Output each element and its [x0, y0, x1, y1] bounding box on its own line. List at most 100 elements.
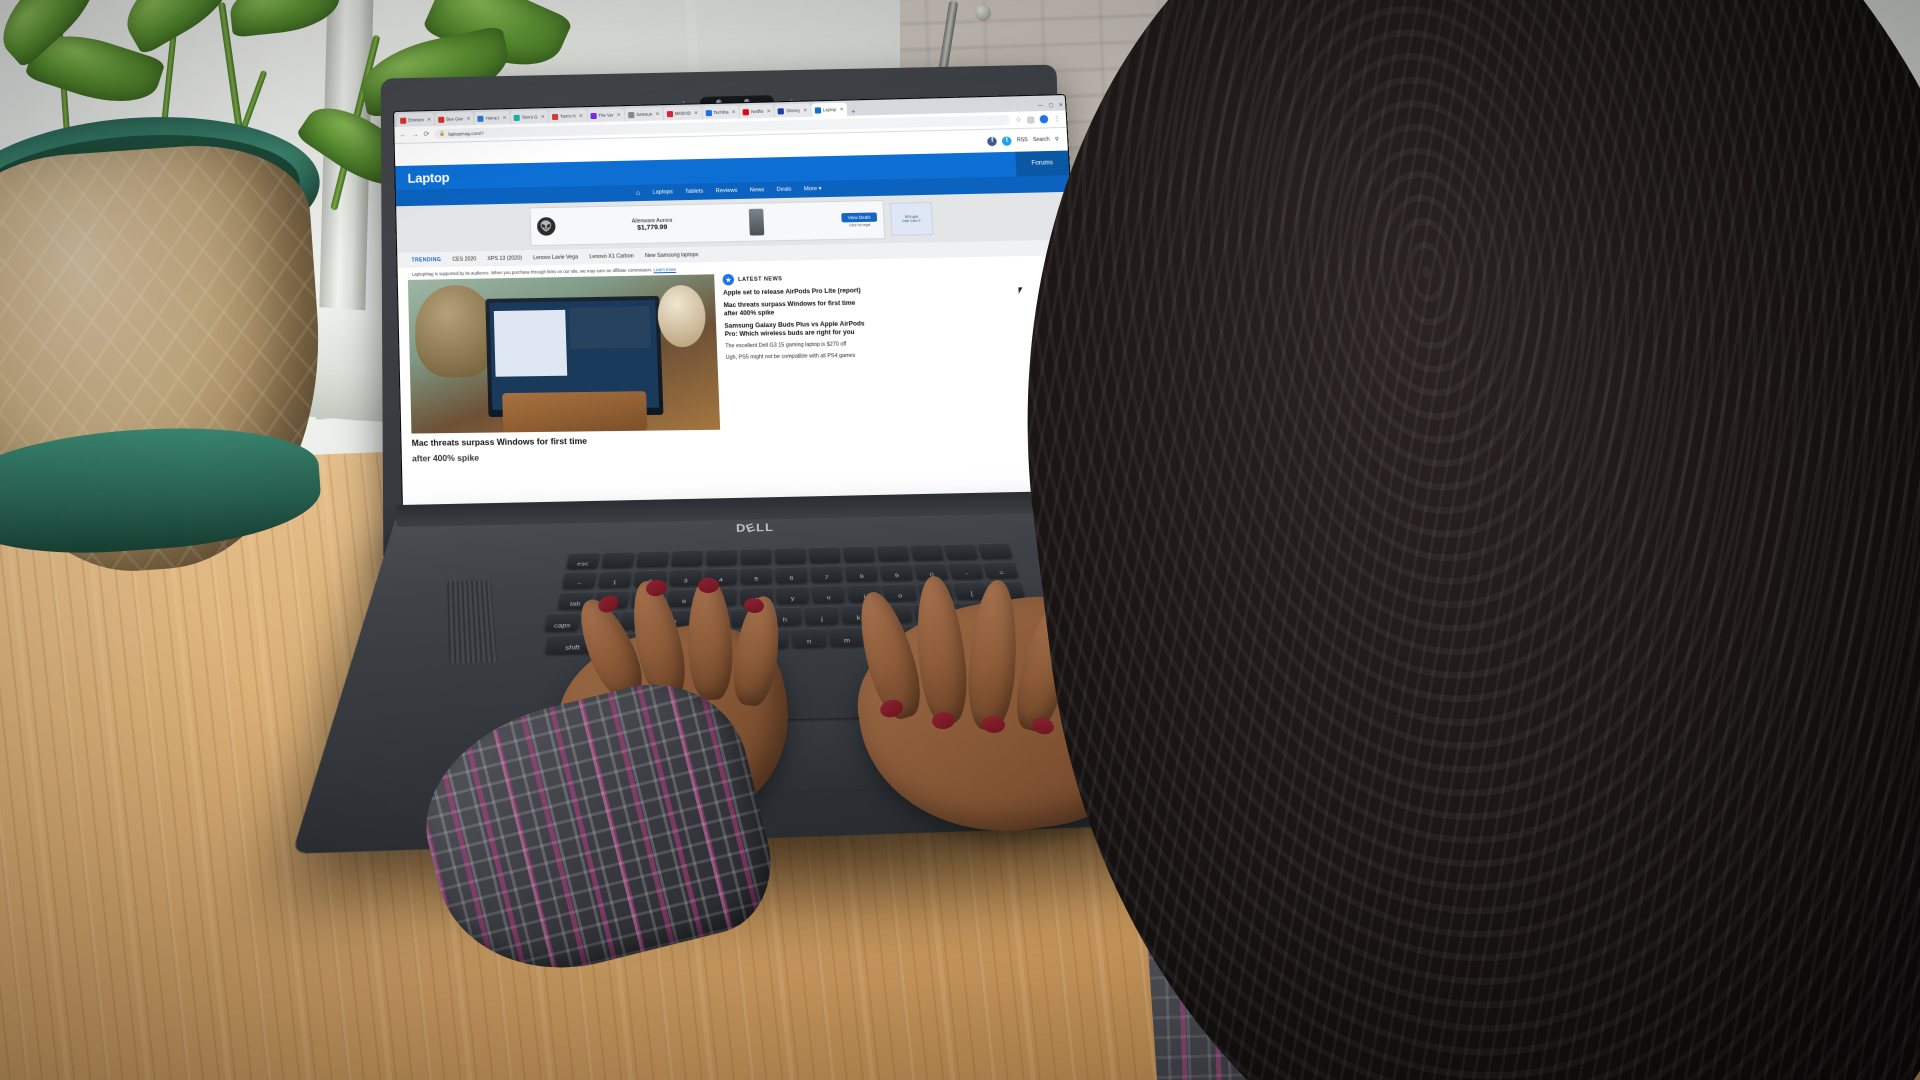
- search-label[interactable]: Search: [1033, 137, 1050, 144]
- browser-tab[interactable]: Tom's G ✕: [510, 110, 549, 125]
- site-logo[interactable]: Laptop: [407, 169, 449, 185]
- tab-close-icon[interactable]: ✕: [579, 113, 583, 119]
- reload-button[interactable]: ⟳: [423, 130, 429, 138]
- nav-item-deals[interactable]: Deals: [777, 187, 792, 193]
- window-controls[interactable]: — ▢ ✕: [1038, 102, 1064, 109]
- close-button[interactable]: ✕: [1059, 102, 1064, 108]
- key[interactable]: 3: [669, 568, 702, 586]
- browser-tab[interactable]: Samsun ✕: [624, 107, 663, 122]
- key[interactable]: j: [804, 605, 839, 625]
- tab-close-icon[interactable]: ✕: [541, 114, 545, 120]
- key[interactable]: [808, 546, 841, 563]
- browser-tab[interactable]: Tom's H ✕: [548, 109, 587, 124]
- trending-item[interactable]: CES 2020: [452, 256, 476, 263]
- key[interactable]: -: [948, 562, 984, 579]
- twitter-icon[interactable]: t: [1001, 135, 1012, 146]
- key[interactable]: m: [829, 626, 865, 647]
- nav-item-laptops[interactable]: Laptops: [652, 189, 673, 196]
- tab-close-icon[interactable]: ✕: [616, 112, 620, 118]
- key[interactable]: n: [791, 627, 827, 648]
- key[interactable]: [636, 550, 669, 568]
- latest-news-header: ★ LATEST NEWS: [722, 271, 868, 286]
- latest-news-item[interactable]: Ugh, PS5 might not be compatible with al…: [726, 353, 873, 362]
- forward-button[interactable]: →: [411, 131, 418, 138]
- tab-close-icon[interactable]: ✕: [839, 106, 844, 112]
- search-icon[interactable]: ⚲: [1055, 136, 1059, 142]
- key[interactable]: caps: [544, 612, 582, 632]
- key[interactable]: [944, 543, 979, 560]
- key[interactable]: 7: [810, 565, 843, 583]
- trending-item[interactable]: Lenovo Lavie Vega: [533, 254, 578, 261]
- browser-tab[interactable]: MKBHD ✕: [663, 106, 702, 121]
- key[interactable]: 5: [740, 567, 772, 585]
- key[interactable]: [842, 546, 876, 562]
- key[interactable]: 8: [845, 564, 878, 582]
- ad-cta-button[interactable]: View Deals: [841, 212, 878, 223]
- tab-label: Bee Gee: [446, 116, 464, 122]
- latest-news-item[interactable]: Apple set to release AirPods Pro Lite (r…: [723, 287, 869, 297]
- key[interactable]: y: [776, 586, 809, 604]
- chrome-menu-icon[interactable]: ⋮: [1053, 115, 1061, 123]
- key[interactable]: 6: [775, 566, 808, 584]
- minimize-button[interactable]: —: [1038, 103, 1044, 109]
- ad-side-card[interactable]: 50% geh Intel Core i7: [889, 202, 934, 236]
- tab-close-icon[interactable]: ✕: [427, 117, 431, 123]
- new-tab-button[interactable]: +: [848, 108, 859, 116]
- back-button[interactable]: ←: [399, 131, 406, 138]
- profile-avatar[interactable]: [1039, 115, 1049, 124]
- nav-item-news[interactable]: News: [750, 187, 765, 193]
- key[interactable]: o: [882, 583, 917, 601]
- tab-label: Home |: [485, 115, 500, 121]
- forums-button[interactable]: Forums: [1015, 150, 1070, 177]
- tab-close-icon[interactable]: ✕: [502, 115, 506, 121]
- tab-close-icon[interactable]: ✕: [466, 116, 470, 122]
- browser-tab[interactable]: TechRa ✕: [701, 105, 740, 120]
- browser-tab[interactable]: Disney ✕: [774, 103, 811, 118]
- nav-item-more[interactable]: More ▾: [804, 186, 822, 193]
- key[interactable]: [740, 548, 772, 565]
- browser-tab-active[interactable]: Laptop ✕: [811, 102, 848, 117]
- key[interactable]: [775, 547, 807, 564]
- extension-icon[interactable]: [1026, 115, 1035, 124]
- affiliate-learn-more-link[interactable]: Learn more: [653, 267, 676, 273]
- tab-close-icon[interactable]: ✕: [655, 111, 660, 117]
- key[interactable]: u: [811, 585, 845, 603]
- tab-close-icon[interactable]: ✕: [803, 107, 808, 113]
- tab-close-icon[interactable]: ✕: [766, 108, 771, 114]
- tab-close-icon[interactable]: ✕: [731, 109, 736, 115]
- browser-tab[interactable]: Home | ✕: [474, 111, 510, 126]
- key[interactable]: [601, 551, 635, 568]
- key[interactable]: [876, 545, 910, 562]
- key[interactable]: 9: [879, 563, 914, 581]
- latest-news-item[interactable]: The excellent Dell G3 15 gaming laptop i…: [725, 341, 871, 350]
- hero-image[interactable]: [407, 274, 721, 434]
- browser-tab[interactable]: The Ver ✕: [586, 108, 625, 123]
- key[interactable]: esc: [566, 552, 601, 569]
- latest-news-item[interactable]: Mac threats surpass Windows for first ti…: [724, 300, 871, 318]
- key[interactable]: [706, 549, 737, 566]
- browser-tab[interactable]: Eminem ✕: [397, 112, 435, 127]
- home-icon[interactable]: ⌂: [636, 189, 641, 196]
- trending-item[interactable]: Lenovo X1 Carbon: [589, 253, 634, 260]
- browser-tab[interactable]: Netflix ✕: [739, 104, 775, 119]
- trending-item[interactable]: XPS 13 (2020): [487, 255, 522, 262]
- tab-close-icon[interactable]: ✕: [694, 110, 699, 116]
- key[interactable]: 1: [598, 570, 632, 588]
- rss-link[interactable]: RSS: [1017, 137, 1028, 143]
- ad-card[interactable]: 👽 Alienware Aurora $1,779.99 View Deals …: [529, 199, 886, 247]
- browser-tab[interactable]: Bee Gee ✕: [435, 112, 474, 126]
- maximize-button[interactable]: ▢: [1048, 103, 1053, 109]
- nav-item-tablets[interactable]: Tablets: [685, 188, 703, 195]
- tab-favicon: [477, 115, 484, 122]
- key[interactable]: [671, 550, 703, 567]
- hero-headline[interactable]: Mac threats surpass Windows for first ti…: [412, 435, 721, 449]
- key[interactable]: ~: [562, 571, 597, 589]
- key[interactable]: [910, 544, 944, 561]
- bookmark-star-icon[interactable]: ☆: [1015, 116, 1022, 124]
- latest-news-item[interactable]: Samsung Galaxy Buds Plus vs Apple AirPod…: [724, 321, 871, 339]
- key[interactable]: [977, 542, 1013, 559]
- nav-item-reviews[interactable]: Reviews: [716, 188, 738, 195]
- trending-item[interactable]: New Samsung laptops: [645, 251, 699, 258]
- facebook-icon[interactable]: f: [987, 136, 998, 146]
- key[interactable]: =: [983, 561, 1019, 578]
